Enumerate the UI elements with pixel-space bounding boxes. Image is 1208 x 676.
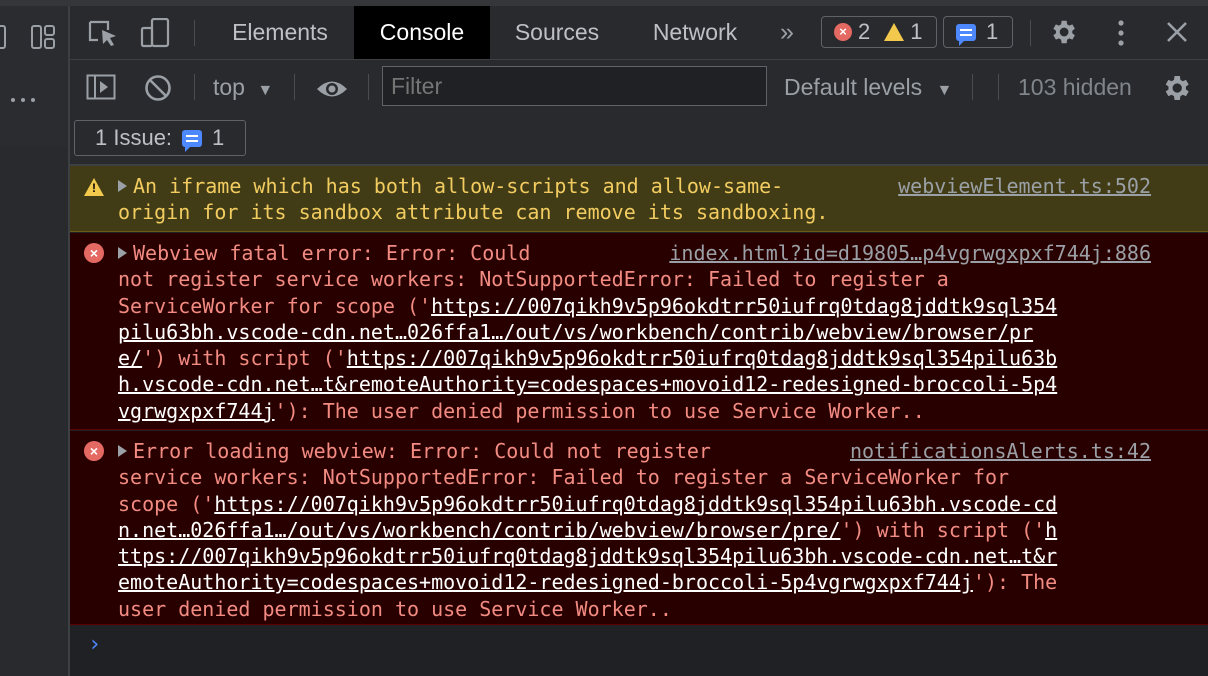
toolbar-separator: [972, 74, 973, 100]
message-text: Error loading webview: Error: Could not …: [118, 439, 1058, 621]
errors-warnings-counter[interactable]: × 2 1: [821, 16, 937, 48]
sidebar-edge-icon: [0, 25, 6, 49]
more-tabs-button[interactable]: »: [780, 6, 794, 59]
scope-url-link[interactable]: https://007qikh9v5p96okdtrr50iufrq0tdag8…: [214, 492, 1057, 516]
context-label: top: [213, 74, 245, 100]
issues-bar: 1 Issue: 1: [70, 114, 1208, 166]
show-sidebar-icon[interactable]: [86, 74, 116, 100]
dropdown-arrow-icon: ▼: [936, 82, 953, 99]
source-link[interactable]: webviewElement.ts:502: [880, 173, 1151, 200]
toolbar-separator: [998, 74, 999, 100]
scope-url-link[interactable]: https://007qikh9v5p96okdtrr50iufrq0tdag8…: [431, 294, 1057, 318]
issues-count: 1: [212, 125, 225, 150]
error-icon: ×: [84, 441, 104, 461]
dropdown-arrow-icon: ▼: [257, 82, 274, 99]
clear-console-icon[interactable]: [144, 74, 172, 102]
error-icon: ×: [834, 23, 852, 41]
tabbar-separator: [194, 20, 195, 46]
tabbar-separator: [1030, 20, 1031, 46]
console-message-error[interactable]: × Error loading webview: Error: Could no…: [70, 431, 1208, 625]
script-url-link[interactable]: h.vscode-cdn.net…t&remoteAuthority=codes…: [118, 372, 1057, 396]
message-text: Webview fatal error: Error: Could not re…: [118, 241, 1058, 423]
log-levels-label: Default levels: [784, 74, 923, 100]
scope-url-link[interactable]: n.net…026ffa1…/out/vs/workbench/contrib/…: [118, 518, 840, 542]
log-levels-dropdown[interactable]: Default levels ▼: [784, 74, 952, 101]
tab-sources[interactable]: Sources: [502, 6, 612, 59]
devtools-panel: Elements Console Sources Network » × 2 1…: [70, 6, 1208, 676]
error-count: 2: [858, 19, 871, 44]
warning-icon: !: [84, 178, 104, 196]
tab-console[interactable]: Console: [354, 6, 490, 59]
script-url-link[interactable]: emoteAuthority=codespaces+movoid12-redes…: [118, 570, 973, 594]
expand-arrow-icon[interactable]: [118, 247, 127, 259]
console-settings-gear-icon[interactable]: [1160, 72, 1192, 104]
source-link[interactable]: index.html?id=d19805…p4vgrwgxpxf744j:886: [651, 240, 1151, 267]
expand-arrow-icon[interactable]: [118, 180, 127, 192]
device-toolbar-icon[interactable]: [138, 18, 172, 48]
message-count: 1: [986, 19, 999, 44]
script-url-link[interactable]: vgrwgxpxf744j: [118, 399, 275, 423]
toolbar-separator: [194, 74, 195, 100]
tab-network[interactable]: Network: [640, 6, 750, 59]
source-link[interactable]: notificationsAlerts.ts:42: [831, 438, 1151, 465]
live-expression-eye-icon[interactable]: [315, 78, 349, 100]
layout-icon[interactable]: [30, 24, 56, 50]
console-message-warning[interactable]: ! An iframe which has both allow-scripts…: [70, 166, 1208, 232]
messages-counter[interactable]: 1: [943, 16, 1013, 48]
more-dots-icon[interactable]: [10, 96, 36, 104]
toolbar-separator: [368, 74, 369, 100]
message-icon: [956, 23, 976, 46]
console-message-error[interactable]: × Webview fatal error: Error: Could not …: [70, 233, 1208, 430]
issue-message-icon: [182, 129, 203, 152]
console-prompt[interactable]: ›: [88, 632, 101, 657]
scope-url-link[interactable]: pilu63bh.vscode-cdn.net…026ffa1…/out/vs/…: [118, 320, 1033, 344]
filter-input[interactable]: [382, 66, 767, 106]
warning-count: 1: [910, 19, 923, 44]
error-icon: ×: [84, 243, 104, 263]
close-icon[interactable]: [1160, 18, 1194, 48]
settings-gear-icon[interactable]: [1046, 17, 1080, 47]
console-toolbar: top ▼ Default levels ▼ 103 hidden: [70, 60, 1208, 114]
script-url-link[interactable]: h: [1045, 518, 1057, 542]
devtools-tabbar: Elements Console Sources Network » × 2 1…: [70, 6, 1208, 60]
hidden-count: 103 hidden: [1018, 74, 1132, 100]
issues-button[interactable]: 1 Issue: 1: [74, 120, 246, 156]
toolbar-separator: [294, 74, 295, 100]
issues-label: 1 Issue:: [95, 125, 173, 150]
tab-elements[interactable]: Elements: [218, 6, 342, 59]
script-url-link[interactable]: ttps://007qikh9v5p96okdtrr50iufrq0tdag8j…: [118, 544, 1057, 568]
scope-url-link[interactable]: e/: [118, 346, 142, 370]
expand-arrow-icon[interactable]: [118, 445, 127, 457]
inspect-element-icon[interactable]: [86, 18, 120, 48]
editor-side-gutter: [0, 6, 68, 676]
warning-icon: [884, 23, 905, 41]
more-options-icon[interactable]: [1104, 18, 1138, 48]
context-selector[interactable]: top ▼: [213, 74, 273, 101]
script-url-link[interactable]: https://007qikh9v5p96okdtrr50iufrq0tdag8…: [347, 346, 1057, 370]
